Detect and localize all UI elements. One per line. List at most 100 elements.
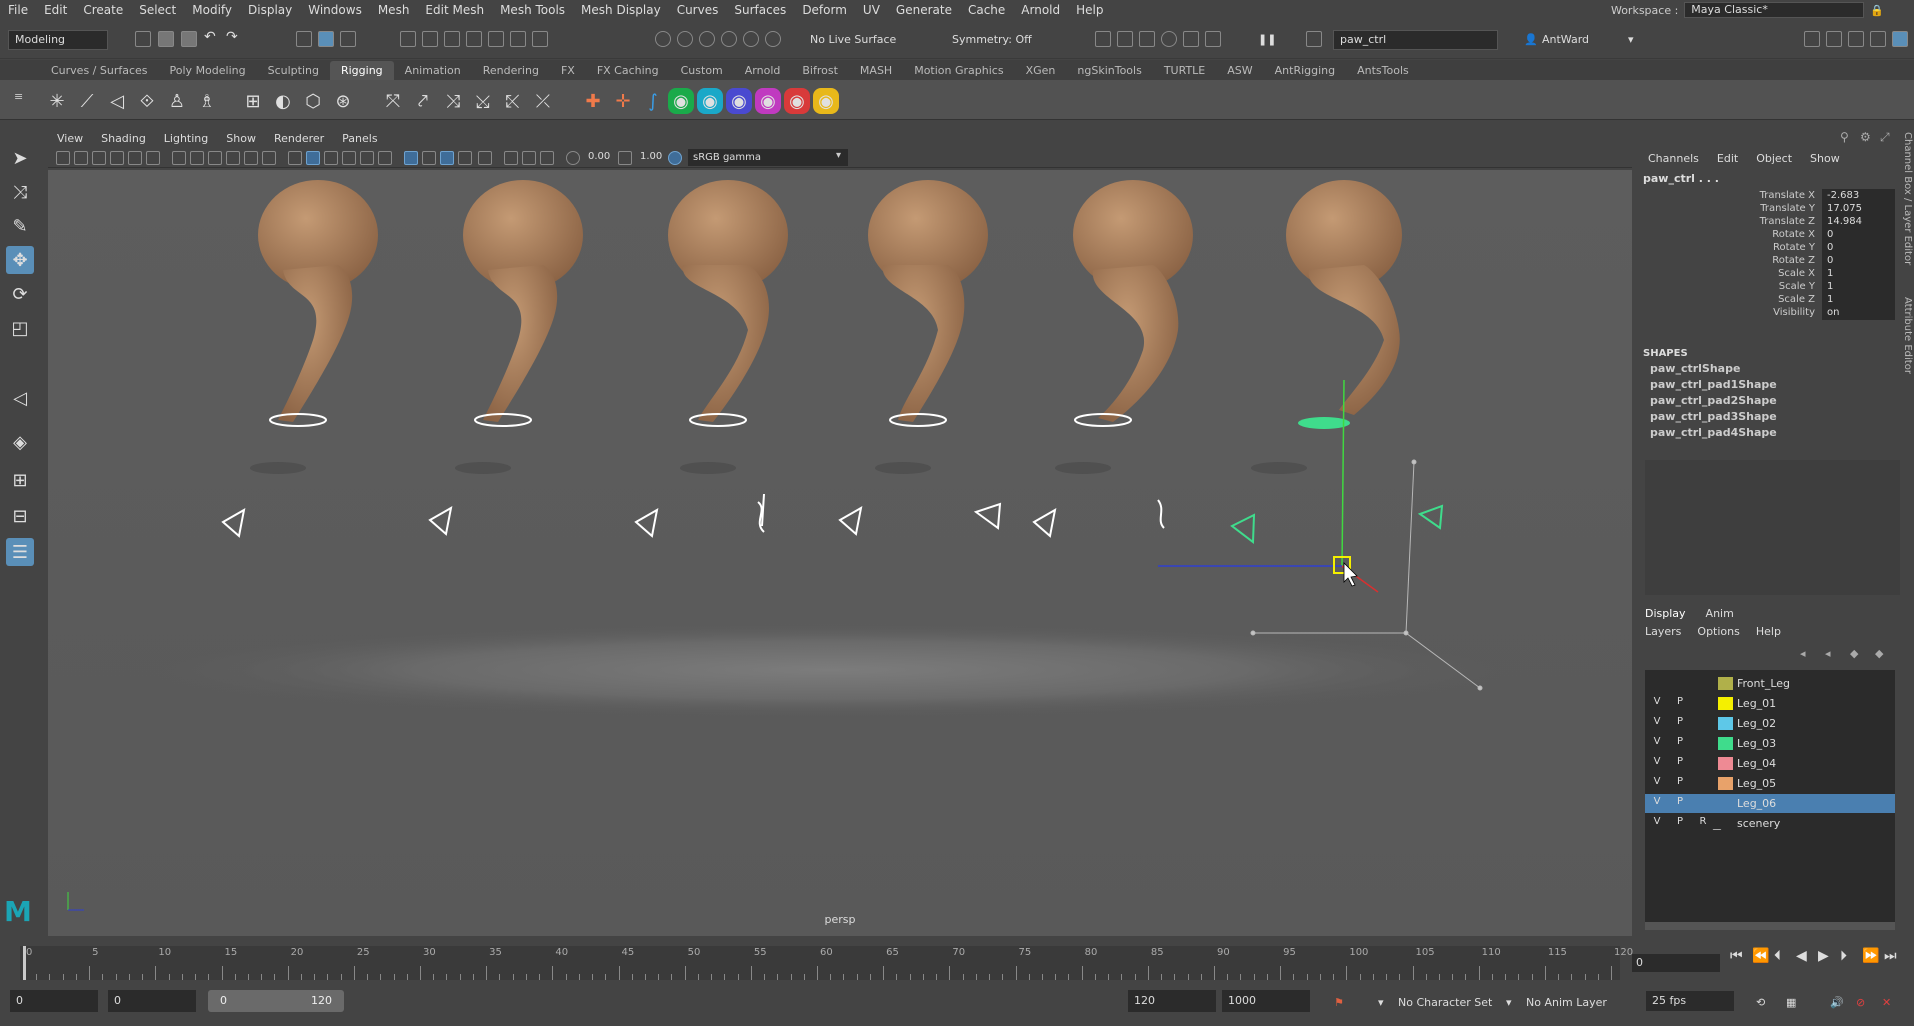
new-layer-selected-icon[interactable]: ◆ — [1875, 647, 1883, 660]
layer-tab-anim[interactable]: Anim — [1706, 607, 1734, 620]
script-icon[interactable]: ∫ — [640, 88, 666, 114]
shelf-tab-rigging[interactable]: Rigging — [329, 61, 394, 80]
layer-row-front_leg[interactable]: Front_Leg — [1645, 674, 1895, 693]
layer-name[interactable]: Leg_05 — [1737, 777, 1776, 790]
layer-playback-toggle[interactable]: P — [1673, 756, 1687, 767]
step-back-frame-icon[interactable]: ⏴ — [1774, 948, 1781, 964]
workspace-dropdown[interactable]: Maya Classic* — [1684, 2, 1865, 18]
depth-of-field-icon[interactable] — [458, 151, 472, 165]
last-tool-icon[interactable]: ◁ — [6, 384, 34, 412]
layer-color-swatch[interactable] — [1718, 677, 1733, 690]
four-view-icon[interactable]: ⊞ — [6, 466, 34, 494]
shelf-tab-fx-caching[interactable]: FX Caching — [586, 61, 670, 80]
smooth-shade-icon[interactable] — [306, 151, 320, 165]
symmetry-label[interactable]: Symmetry: Off — [952, 33, 1032, 46]
shelf-tab-antrigging[interactable]: AntRigging — [1264, 61, 1346, 80]
shelf-tab-bifrost[interactable]: Bifrost — [791, 61, 849, 80]
user-name[interactable]: AntWard — [1542, 33, 1589, 46]
menu-surfaces[interactable]: Surfaces — [726, 3, 794, 17]
layer-name[interactable]: Leg_03 — [1737, 737, 1776, 750]
color-management-icon[interactable] — [668, 151, 682, 165]
layer-menu-layers[interactable]: Layers — [1645, 625, 1681, 638]
ambient-occlusion-icon[interactable] — [404, 151, 418, 165]
layer-playback-toggle[interactable]: P — [1673, 716, 1687, 727]
menu-windows[interactable]: Windows — [300, 3, 370, 17]
cyan-script-icon[interactable]: ◉ — [697, 88, 723, 114]
layer-row-leg_01[interactable]: V P Leg_01 — [1645, 694, 1895, 713]
snap-curve-icon[interactable] — [677, 31, 693, 47]
persp-outliner-icon[interactable]: ⊟ — [6, 502, 34, 530]
paint-select-icon[interactable]: ✎ — [6, 212, 34, 240]
shelf-tab-antstools[interactable]: AntsTools — [1346, 61, 1420, 80]
animation-start-field[interactable]: 0 — [10, 990, 98, 1012]
open-scene-icon[interactable] — [158, 31, 174, 47]
gamma-icon[interactable] — [618, 151, 632, 165]
layer-playback-toggle[interactable]: P — [1673, 736, 1687, 747]
select-tool-icon[interactable]: ➤ — [6, 144, 34, 172]
layer-playback-toggle[interactable]: P — [1673, 696, 1687, 707]
select-component-icon[interactable] — [340, 31, 356, 47]
layer-name[interactable]: Leg_06 — [1737, 797, 1776, 810]
point-constraint-icon[interactable]: ⤩ — [470, 88, 496, 114]
redo-icon[interactable]: ↷ — [226, 29, 238, 45]
layout-icon[interactable]: ☰ — [6, 538, 34, 566]
shelf-tab-animation[interactable]: Animation — [394, 61, 472, 80]
menu-help[interactable]: Help — [1068, 3, 1111, 17]
prefs-icon[interactable]: ✕ — [1882, 996, 1891, 1009]
layer-visibility-toggle[interactable]: V — [1650, 776, 1664, 787]
humanik-icon[interactable]: ♗ — [194, 88, 220, 114]
film-gate-icon[interactable] — [190, 151, 204, 165]
expand-icon[interactable]: ⤢ — [1880, 130, 1890, 145]
layer-visibility-toggle[interactable]: V — [1650, 716, 1664, 727]
create-joints-icon[interactable]: ✳ — [44, 88, 70, 114]
channel-box-menu-show[interactable]: Show — [1810, 152, 1840, 165]
quick-rig-icon[interactable]: ♙ — [164, 88, 190, 114]
layer-name[interactable]: Leg_02 — [1737, 717, 1776, 730]
layer-tab-display[interactable]: Display — [1645, 607, 1686, 620]
snap-surface-icon[interactable] — [743, 31, 759, 47]
layer-color-swatch[interactable] — [1718, 697, 1733, 710]
go-to-end-icon[interactable]: ⏭ — [1884, 948, 1897, 964]
pause-icon[interactable]: ❚❚ — [1258, 33, 1276, 46]
shelf-tab-curves-surfaces[interactable]: Curves / Surfaces — [40, 61, 159, 80]
menu-mesh-display[interactable]: Mesh Display — [573, 3, 669, 17]
sound-icon[interactable]: 🔊 — [1830, 996, 1844, 1009]
time-slider[interactable]: 0 5 10 15 20 25 30 35 40 45 50 55 60 65 70 75 80 85 90 95 10… — [0, 942, 1914, 982]
layer-row-leg_02[interactable]: V P Leg_02 — [1645, 714, 1895, 733]
character-set-label[interactable]: No Character Set — [1398, 996, 1492, 1009]
settings-icon[interactable]: ⚙ — [1860, 130, 1871, 144]
exposure-value[interactable]: 0.00 — [588, 151, 610, 162]
red-script-icon[interactable]: ◉ — [784, 88, 810, 114]
tool-settings-icon[interactable] — [1848, 31, 1864, 47]
pin-icon[interactable]: ⚲ — [1840, 130, 1849, 144]
shape-item[interactable]: paw_ctrl_pad2Shape — [1650, 394, 1777, 407]
camera-select-icon[interactable] — [56, 151, 70, 165]
locator-pair-icon[interactable]: ✛ — [610, 88, 636, 114]
layer-visibility-toggle[interactable]: V — [1650, 796, 1664, 807]
rotate-tool-icon[interactable]: ⟳ — [6, 280, 34, 308]
shelf-tab-fx[interactable]: FX — [550, 61, 586, 80]
mirror-joint-icon[interactable]: ◁ — [104, 88, 130, 114]
fps-dropdown[interactable]: 25 fps — [1646, 991, 1734, 1011]
time-slider-track[interactable]: 0 5 10 15 20 25 30 35 40 45 50 55 60 65 70 75 80 85 90 95 10… — [20, 946, 1633, 980]
hypershade-icon[interactable] — [1161, 31, 1177, 47]
name-field-toggle-icon[interactable] — [1306, 31, 1322, 47]
select-by-surface-icon[interactable] — [466, 31, 482, 47]
playhead[interactable] — [23, 946, 26, 980]
xray-icon[interactable] — [504, 151, 518, 165]
layer-name[interactable]: Front_Leg — [1737, 677, 1790, 690]
channel-box-menu-channels[interactable]: Channels — [1648, 152, 1699, 165]
shadows-icon[interactable] — [378, 151, 392, 165]
shelf-tab-ngskintools[interactable]: ngSkinTools — [1066, 61, 1152, 80]
playback-end-field[interactable]: 120 — [1128, 990, 1216, 1012]
scene-canvas[interactable] — [48, 170, 1632, 936]
snap-view-icon[interactable] — [721, 31, 737, 47]
move-tool-icon[interactable]: ✥ — [6, 246, 34, 274]
select-by-handle-icon[interactable] — [400, 31, 416, 47]
magenta-script-icon[interactable]: ◉ — [755, 88, 781, 114]
viewport-menu-panels[interactable]: Panels — [333, 132, 386, 145]
layer-playback-toggle[interactable]: P — [1673, 796, 1687, 807]
attribute-row[interactable]: Visibility on — [1640, 306, 1895, 321]
render-view-icon[interactable] — [1183, 31, 1199, 47]
cluster-icon[interactable]: ⊛ — [330, 88, 356, 114]
